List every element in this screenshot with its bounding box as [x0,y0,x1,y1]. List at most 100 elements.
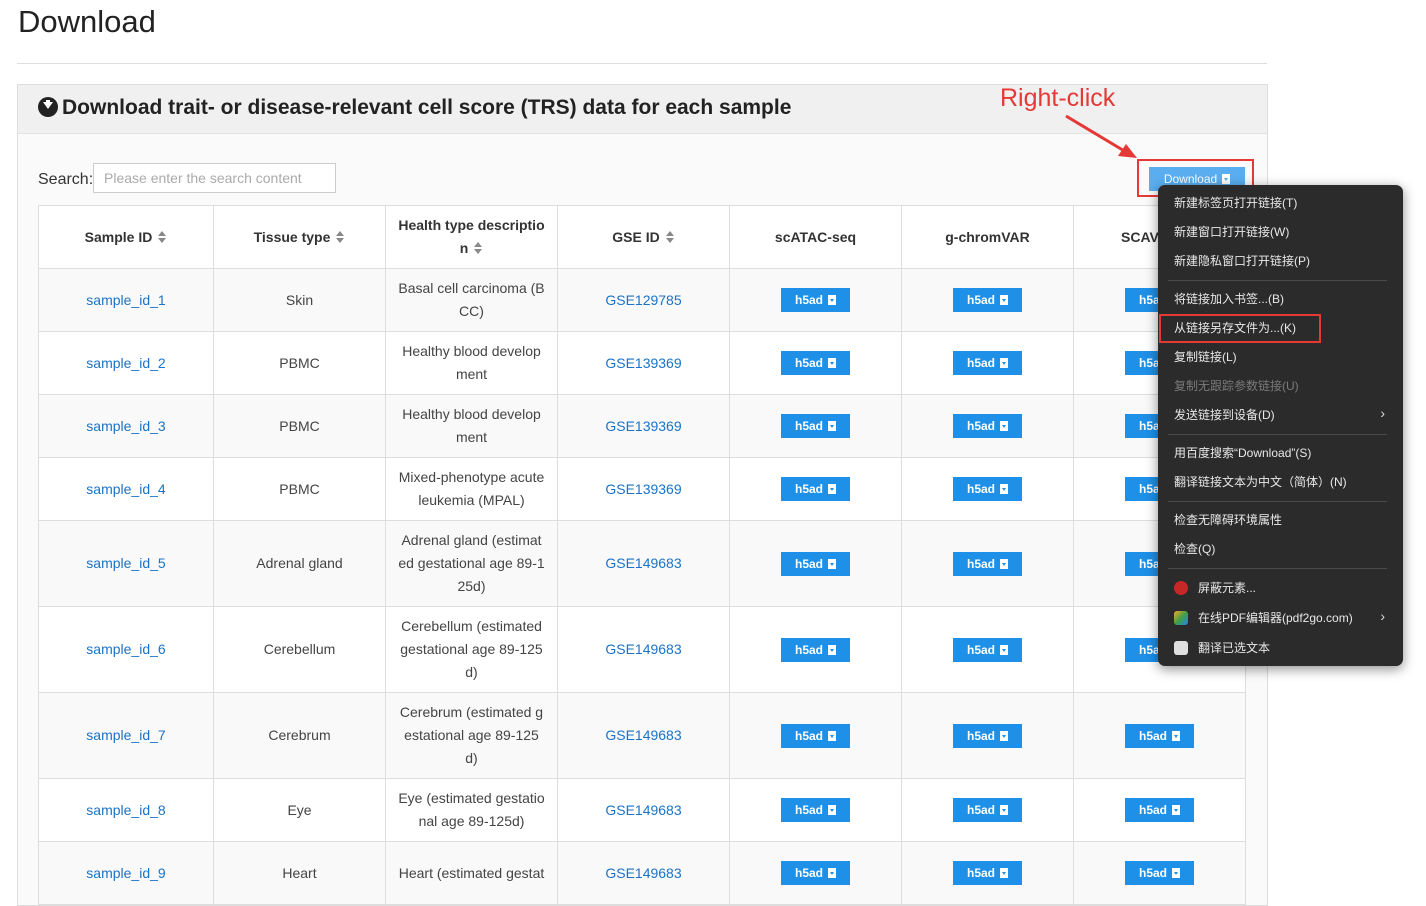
gse-id-cell: GSE139369 [557,331,730,395]
menu-item-block-element[interactable]: 屏蔽元素... [1198,578,1256,598]
scatac-cell: h5ad [729,778,902,842]
gse-id-link[interactable]: GSE139369 [605,355,681,371]
sort-icon[interactable] [336,231,345,243]
column-header-health-type[interactable]: Health type descriptio n [385,205,558,269]
h5ad-download-button[interactable]: h5ad [781,798,850,822]
menu-separator [1168,280,1387,281]
menu-item-baidu-search[interactable]: 用百度搜索“Download”(S) [1174,443,1311,463]
sample-id-cell: sample_id_7 [38,692,214,779]
column-header-gse-id[interactable]: GSE ID [557,205,730,269]
h5ad-download-button[interactable]: h5ad [953,477,1022,501]
h5ad-download-button[interactable]: h5ad [781,477,850,501]
tissue-type-cell: Adrenal gland [213,520,386,607]
search-input[interactable] [93,163,336,193]
h5ad-label: h5ad [794,293,823,307]
sort-icon[interactable] [158,231,167,243]
gse-id-link[interactable]: GSE149683 [605,865,681,881]
sort-icon[interactable] [665,231,675,243]
h5ad-download-button[interactable]: h5ad [781,288,850,312]
gse-id-link[interactable]: GSE149683 [605,555,681,571]
menu-item-open-private-window[interactable]: 新建隐私窗口打开链接(P) [1174,251,1310,271]
h5ad-download-button[interactable]: h5ad [1125,798,1194,822]
column-header-tissue-type[interactable]: Tissue type [213,205,386,269]
menu-item-inspect-accessibility[interactable]: 检查无障碍环境属性 [1174,510,1282,530]
h5ad-download-button[interactable]: h5ad [1125,861,1194,885]
h5ad-download-button[interactable]: h5ad [953,637,1022,662]
panel-title: Download trait- or disease-relevant cell… [38,96,791,120]
menu-item-translate-selection[interactable]: 翻译已选文本 [1198,638,1270,658]
gse-id-link[interactable]: GSE149683 [605,641,681,657]
sample-id-cell: sample_id_8 [38,778,214,842]
h5ad-download-button[interactable]: h5ad [953,288,1022,312]
menu-item-open-new-tab[interactable]: 新建标签页打开链接(T) [1174,193,1297,213]
gchromvar-cell: h5ad [901,268,1074,332]
menu-item-copy-link[interactable]: 复制链接(L) [1174,347,1237,367]
file-download-icon [1172,730,1180,741]
gse-id-link[interactable]: GSE139369 [605,418,681,434]
h5ad-label: h5ad [794,556,823,571]
h5ad-download-button[interactable]: h5ad [953,798,1022,822]
sample-id-link[interactable]: sample_id_2 [86,355,165,371]
h5ad-download-button[interactable]: h5ad [781,861,850,885]
menu-item-inspect[interactable]: 检查(Q) [1174,539,1215,559]
h5ad-download-button[interactable]: h5ad [953,723,1022,748]
panel-title-text: Download trait- or disease-relevant cell… [62,96,792,119]
h5ad-download-button[interactable]: h5ad [953,414,1022,438]
annotation-arrow-icon [1065,114,1137,158]
menu-item-copy-clean-link: 复制无跟踪参数链接(U) [1174,379,1299,393]
gchromvar-cell: h5ad [901,331,1074,395]
ublock-icon [1174,581,1188,595]
sample-id-link[interactable]: sample_id_8 [86,802,165,818]
menu-item-bookmark-link[interactable]: 将链接加入书签...(B) [1174,289,1284,309]
h5ad-download-button[interactable]: h5ad [781,637,850,662]
sample-id-link[interactable]: sample_id_7 [86,727,165,743]
h5ad-download-button[interactable]: h5ad [781,414,850,438]
health-type-cell: Cerebrum (estimated g estational age 89-… [385,692,558,779]
file-download-icon [1172,805,1180,815]
sample-id-link[interactable]: sample_id_9 [86,865,165,881]
file-download-icon [1000,295,1008,305]
health-type-cell: Adrenal gland (estimat ed gestational ag… [385,520,558,607]
column-header-sample-id[interactable]: Sample ID [38,205,214,269]
h5ad-download-button[interactable]: h5ad [781,351,850,375]
file-download-icon [1000,358,1008,368]
gse-id-link[interactable]: GSE139369 [605,481,681,497]
translate-icon [1174,641,1188,655]
h5ad-label: h5ad [794,803,823,817]
h5ad-label: h5ad [966,356,995,370]
h5ad-download-button[interactable]: h5ad [953,861,1022,885]
tissue-type-cell: Cerebrum [213,692,386,779]
sample-id-link[interactable]: sample_id_1 [86,292,165,308]
scatac-cell: h5ad [729,394,902,458]
tissue-type-cell: PBMC [213,331,386,395]
gse-id-link[interactable]: GSE149683 [605,727,681,743]
h5ad-download-button[interactable]: h5ad [781,551,850,576]
gchromvar-cell: h5ad [901,606,1074,693]
tissue-type-cell: PBMC [213,394,386,458]
right-click-annotation: Right-click [1000,84,1116,112]
sample-id-cell: sample_id_9 [38,841,214,905]
gse-id-cell: GSE149683 [557,778,730,842]
sort-icon[interactable] [474,242,483,254]
menu-item-send-to-device[interactable]: 发送链接到设备(D) [1174,405,1275,425]
h5ad-label: h5ad [966,728,995,743]
h5ad-label: h5ad [794,866,823,880]
title-divider [17,63,1267,64]
download-circle-icon [38,97,58,117]
h5ad-download-button[interactable]: h5ad [953,551,1022,576]
table-row: sample_id_6 Cerebellum Cerebellum (estimat… [38,606,1246,693]
h5ad-download-button[interactable]: h5ad [781,723,850,748]
sample-id-link[interactable]: sample_id_6 [86,641,165,657]
h5ad-label: h5ad [794,356,823,370]
h5ad-download-button[interactable]: h5ad [953,351,1022,375]
h5ad-download-button[interactable]: h5ad [1125,723,1194,748]
sample-id-link[interactable]: sample_id_5 [86,555,165,571]
menu-item-open-new-window[interactable]: 新建窗口打开链接(W) [1174,222,1289,242]
sample-id-link[interactable]: sample_id_4 [86,481,165,497]
gse-id-link[interactable]: GSE129785 [605,292,681,308]
menu-item-translate-link[interactable]: 翻译链接文本为中文（简体）(N) [1174,472,1347,492]
sample-id-link[interactable]: sample_id_3 [86,418,165,434]
menu-item-pdf-editor[interactable]: 在线PDF编辑器(pdf2go.com) [1198,608,1353,628]
gse-id-link[interactable]: GSE149683 [605,802,681,818]
menu-separator [1168,501,1387,502]
